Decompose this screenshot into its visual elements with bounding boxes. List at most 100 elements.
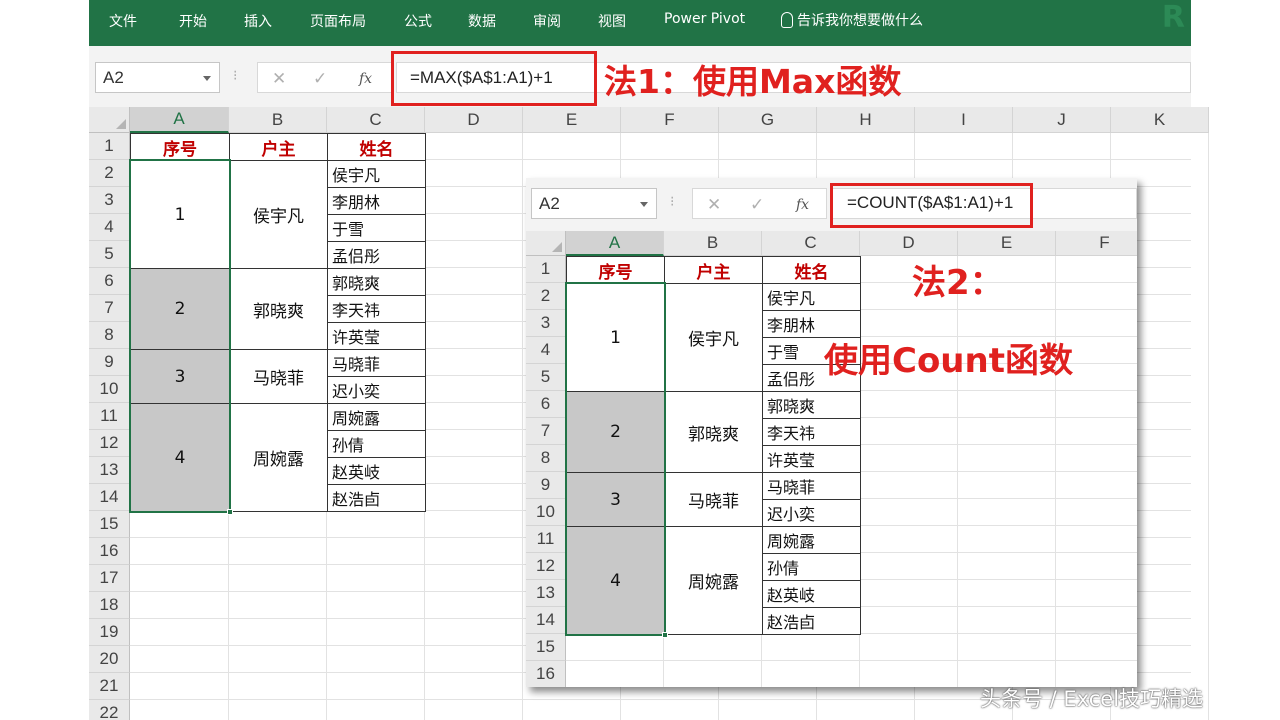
insert-function-icon-2[interactable]: fx <box>796 197 809 213</box>
member-name-cell[interactable]: 李天祎 <box>762 418 861 446</box>
row-header-16[interactable]: 16 <box>526 661 566 687</box>
table-header-cell[interactable]: 序号 <box>130 133 230 161</box>
column-header-e[interactable]: E <box>523 107 621 133</box>
householder-cell[interactable]: 郭晓爽 <box>229 268 328 350</box>
householder-cell[interactable]: 周婉露 <box>229 403 328 512</box>
row-header-9[interactable]: 9 <box>526 472 566 499</box>
serial-number-cell[interactable]: 1 <box>130 160 230 269</box>
member-name-cell[interactable]: 郭晓爽 <box>762 391 861 419</box>
row-header-8[interactable]: 8 <box>89 322 130 349</box>
member-name-cell[interactable]: 许英莹 <box>327 322 426 350</box>
row-header-15[interactable]: 15 <box>89 511 130 538</box>
row-header-7[interactable]: 7 <box>526 418 566 445</box>
member-name-cell[interactable]: 迟小奕 <box>327 376 426 404</box>
member-name-cell[interactable]: 李天祎 <box>327 295 426 323</box>
row-header-10[interactable]: 10 <box>526 499 566 526</box>
tell-me-box[interactable]: 告诉我你想要做什么 <box>781 10 923 30</box>
row-header-12[interactable]: 12 <box>526 553 566 580</box>
column-header-a[interactable]: A <box>130 107 229 133</box>
tab-power-pivot[interactable]: Power Pivot <box>664 11 745 27</box>
tab-insert[interactable]: 插入 <box>244 11 272 31</box>
serial-number-cell[interactable]: 2 <box>130 268 230 350</box>
row-header-3[interactable]: 3 <box>89 187 130 214</box>
member-name-cell[interactable]: 迟小奕 <box>762 499 861 527</box>
row-header-20[interactable]: 20 <box>89 646 130 673</box>
member-name-cell[interactable]: 马晓菲 <box>762 472 861 500</box>
column-header-b[interactable]: B <box>229 107 327 133</box>
member-name-cell[interactable]: 周婉露 <box>327 403 426 431</box>
member-name-cell[interactable]: 赵浩卣 <box>327 484 426 512</box>
column-header-d[interactable]: D <box>860 231 958 256</box>
serial-number-cell[interactable]: 1 <box>566 283 665 392</box>
row-header-9[interactable]: 9 <box>89 349 130 376</box>
tab-review[interactable]: 审阅 <box>533 11 561 31</box>
member-name-cell[interactable]: 郭晓爽 <box>327 268 426 296</box>
column-header-g[interactable]: G <box>719 107 817 133</box>
row-header-7[interactable]: 7 <box>89 295 130 322</box>
row-header-22[interactable]: 22 <box>89 700 130 720</box>
cancel-icon[interactable]: ✕ <box>272 69 286 89</box>
member-name-cell[interactable]: 侯宇凡 <box>762 283 861 311</box>
column-header-b[interactable]: B <box>664 231 762 256</box>
row-header-4[interactable]: 4 <box>89 214 130 241</box>
row-header-8[interactable]: 8 <box>526 445 566 472</box>
householder-cell[interactable]: 马晓菲 <box>664 472 763 527</box>
householder-cell[interactable]: 侯宇凡 <box>229 160 328 269</box>
select-all-corner[interactable] <box>89 107 130 133</box>
name-box[interactable]: A2 <box>95 62 220 93</box>
householder-cell[interactable]: 马晓菲 <box>229 349 328 404</box>
member-name-cell[interactable]: 于雪 <box>327 214 426 242</box>
row-header-21[interactable]: 21 <box>89 673 130 700</box>
drag-handle-icon[interactable]: ⁝ <box>233 68 237 84</box>
row-header-3[interactable]: 3 <box>526 310 566 337</box>
householder-cell[interactable]: 郭晓爽 <box>664 391 763 473</box>
column-header-i[interactable]: I <box>915 107 1013 133</box>
row-header-13[interactable]: 13 <box>526 580 566 607</box>
tab-page-layout[interactable]: 页面布局 <box>310 11 366 31</box>
column-header-k[interactable]: K <box>1111 107 1209 133</box>
row-header-19[interactable]: 19 <box>89 619 130 646</box>
member-name-cell[interactable]: 孟侣彤 <box>327 241 426 269</box>
column-header-f[interactable]: F <box>1056 231 1137 256</box>
column-header-j[interactable]: J <box>1013 107 1111 133</box>
tab-home[interactable]: 开始 <box>179 11 207 31</box>
serial-number-cell[interactable]: 3 <box>566 472 665 527</box>
row-header-6[interactable]: 6 <box>89 268 130 295</box>
member-name-cell[interactable]: 许英莹 <box>762 445 861 473</box>
serial-number-cell[interactable]: 2 <box>566 391 665 473</box>
serial-number-cell[interactable]: 4 <box>130 403 230 512</box>
table-header-cell[interactable]: 户主 <box>229 133 328 161</box>
table-header-cell[interactable]: 姓名 <box>762 256 861 284</box>
row-header-12[interactable]: 12 <box>89 430 130 457</box>
tab-file[interactable]: 文件 <box>109 11 137 31</box>
row-header-2[interactable]: 2 <box>89 160 130 187</box>
member-name-cell[interactable]: 周婉露 <box>762 526 861 554</box>
member-name-cell[interactable]: 赵英岐 <box>762 580 861 608</box>
member-name-cell[interactable]: 赵英岐 <box>327 457 426 485</box>
row-header-1[interactable]: 1 <box>526 256 566 283</box>
row-header-5[interactable]: 5 <box>526 364 566 391</box>
tab-data[interactable]: 数据 <box>468 11 496 31</box>
column-header-h[interactable]: H <box>817 107 915 133</box>
table-header-cell[interactable]: 户主 <box>664 256 763 284</box>
serial-number-cell[interactable]: 3 <box>130 349 230 404</box>
member-name-cell[interactable]: 马晓菲 <box>327 349 426 377</box>
row-header-11[interactable]: 11 <box>89 403 130 430</box>
row-header-16[interactable]: 16 <box>89 538 130 565</box>
member-name-cell[interactable]: 孙倩 <box>327 430 426 458</box>
row-header-18[interactable]: 18 <box>89 592 130 619</box>
column-header-e[interactable]: E <box>958 231 1056 256</box>
column-header-c[interactable]: C <box>762 231 860 256</box>
chevron-down-icon-2[interactable] <box>640 202 648 207</box>
row-header-13[interactable]: 13 <box>89 457 130 484</box>
row-header-15[interactable]: 15 <box>526 634 566 661</box>
row-header-5[interactable]: 5 <box>89 241 130 268</box>
row-header-6[interactable]: 6 <box>526 391 566 418</box>
enter-icon-2[interactable]: ✓ <box>750 195 764 215</box>
chevron-down-icon[interactable] <box>203 76 211 81</box>
tab-view[interactable]: 视图 <box>598 11 626 31</box>
member-name-cell[interactable]: 赵浩卣 <box>762 607 861 635</box>
column-header-a[interactable]: A <box>566 231 664 256</box>
column-header-c[interactable]: C <box>327 107 425 133</box>
column-header-f[interactable]: F <box>621 107 719 133</box>
